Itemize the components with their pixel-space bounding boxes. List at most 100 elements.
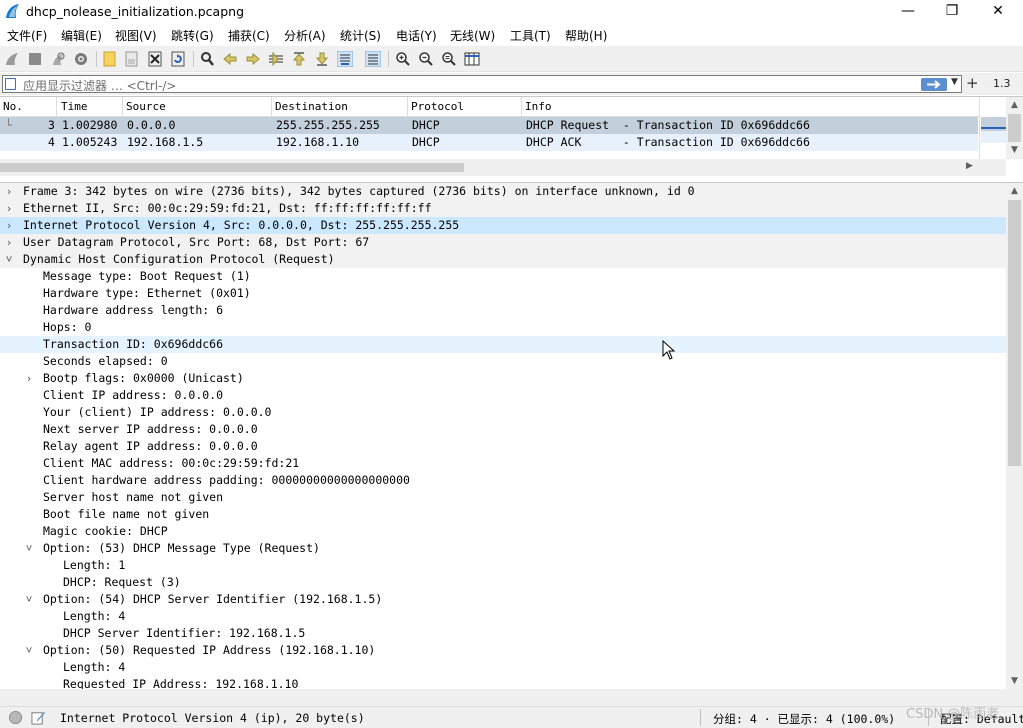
detail-tree-row[interactable]: ˅ Dynamic Host Configuration Protocol (Re… xyxy=(0,251,1006,268)
go-back-icon[interactable] xyxy=(222,51,238,67)
expand-toggle-icon[interactable]: › xyxy=(3,200,15,217)
scroll-down-icon[interactable]: ▼ xyxy=(1006,142,1023,159)
reload-file-icon[interactable] xyxy=(170,51,186,67)
detail-tree-row[interactable]: › Ethernet II, Src: 00:0c:29:59:fd:21, Ds… xyxy=(0,200,1006,217)
detail-tree-row[interactable]: Length: 4 xyxy=(0,608,1006,625)
packet-row[interactable]: 4 1.005243 192.168.1.5 192.168.1.10 DHCP… xyxy=(0,134,978,151)
go-first-packet-icon[interactable] xyxy=(291,51,307,67)
edit-comment-icon[interactable] xyxy=(31,710,46,725)
menu-go[interactable]: 跳转(G) xyxy=(171,27,214,44)
expand-toggle-icon[interactable]: ˅ xyxy=(23,540,35,557)
menu-edit[interactable]: 编辑(E) xyxy=(61,27,102,44)
minimize-button[interactable]: — xyxy=(885,0,931,24)
zoom-in-icon[interactable] xyxy=(395,51,411,67)
expand-toggle-icon[interactable]: › xyxy=(3,234,15,251)
detail-tree-row[interactable]: › Bootp flags: 0x0000 (Unicast) xyxy=(0,370,1006,387)
go-last-packet-icon[interactable] xyxy=(314,51,330,67)
menu-tools[interactable]: 工具(T) xyxy=(510,27,551,44)
display-filter-input[interactable]: 应用显示过滤器 … <Ctrl-/> ▼ xyxy=(2,75,962,93)
scroll-up-icon[interactable]: ▲ xyxy=(1006,97,1023,114)
detail-tree-row[interactable]: Hops: 0 xyxy=(0,319,1006,336)
horizontal-scroll-thumb[interactable] xyxy=(0,163,464,172)
add-filter-button[interactable]: + xyxy=(966,74,979,92)
stop-capture-icon[interactable] xyxy=(27,51,43,67)
detail-tree-row[interactable]: ˅ Option: (54) DHCP Server Identifier (19… xyxy=(0,591,1006,608)
filter-history-chevron-icon[interactable]: ▼ xyxy=(951,77,958,87)
bookmark-icon[interactable] xyxy=(5,78,16,90)
go-forward-icon[interactable] xyxy=(245,51,261,67)
menu-file[interactable]: 文件(F) xyxy=(7,27,47,44)
detail-tree-row[interactable]: Length: 1 xyxy=(0,557,1006,574)
expand-toggle-icon[interactable]: ˅ xyxy=(3,251,15,268)
close-button[interactable]: ✕ xyxy=(975,0,1021,24)
open-file-icon[interactable] xyxy=(102,51,118,67)
maximize-button[interactable]: ❐ xyxy=(929,0,975,24)
menu-capture[interactable]: 捕获(C) xyxy=(228,27,270,44)
column-header-protocol[interactable]: Protocol xyxy=(408,97,522,117)
zoom-out-icon[interactable] xyxy=(418,51,434,67)
detail-tree-row[interactable]: Hardware type: Ethernet (0x01) xyxy=(0,285,1006,302)
column-header-time[interactable]: Time xyxy=(58,97,123,117)
detail-tree-row[interactable]: › Internet Protocol Version 4, Src: 0.0.0… xyxy=(0,217,1006,234)
column-header-source[interactable]: Source xyxy=(123,97,272,117)
column-header-destination[interactable]: Destination xyxy=(272,97,408,117)
packet-details-vertical-scrollbar[interactable]: ▲ ▼ xyxy=(1006,183,1023,689)
go-to-packet-icon[interactable] xyxy=(268,51,284,67)
apply-filter-arrow-icon[interactable] xyxy=(921,78,947,91)
filter-button-label[interactable]: 1.3 xyxy=(993,77,1011,90)
scroll-up-icon[interactable]: ▲ xyxy=(1006,183,1023,200)
detail-tree-row[interactable]: Next server IP address: 0.0.0.0 xyxy=(0,421,1006,438)
packet-list-horizontal-scrollbar[interactable]: ▶ xyxy=(0,159,1006,176)
packet-list-vertical-scrollbar[interactable]: ▲ ▼ xyxy=(1006,97,1023,159)
vertical-scroll-thumb[interactable] xyxy=(1008,200,1021,466)
expert-info-icon[interactable] xyxy=(8,710,23,725)
detail-tree-row[interactable]: Seconds elapsed: 0 xyxy=(0,353,1006,370)
start-capture-icon[interactable] xyxy=(4,51,20,67)
detail-tree-row[interactable]: Hardware address length: 6 xyxy=(0,302,1006,319)
packet-minimap[interactable] xyxy=(979,97,1006,159)
expand-toggle-icon[interactable]: › xyxy=(3,183,15,200)
detail-tree-row[interactable]: Relay agent IP address: 0.0.0.0 xyxy=(0,438,1006,455)
menu-help[interactable]: 帮助(H) xyxy=(565,27,607,44)
expand-toggle-icon[interactable]: ˅ xyxy=(23,642,35,659)
menu-view[interactable]: 视图(V) xyxy=(115,27,157,44)
detail-tree-row[interactable]: Requested IP Address: 192.168.1.10 xyxy=(0,676,1006,689)
menu-wireless[interactable]: 无线(W) xyxy=(450,27,495,44)
capture-options-icon[interactable] xyxy=(73,51,89,67)
close-file-icon[interactable] xyxy=(147,51,163,67)
detail-tree-row[interactable]: Boot file name not given xyxy=(0,506,1006,523)
detail-tree-row[interactable]: Transaction ID: 0x696ddc66 xyxy=(0,336,1006,353)
detail-tree-row[interactable]: Magic cookie: DHCP xyxy=(0,523,1006,540)
detail-tree-row[interactable]: Length: 4 xyxy=(0,659,1006,676)
expand-toggle-icon[interactable]: ˅ xyxy=(23,591,35,608)
scroll-right-icon[interactable]: ▶ xyxy=(966,161,973,171)
expand-toggle-icon[interactable]: › xyxy=(23,370,35,387)
save-file-icon[interactable] xyxy=(124,51,140,67)
detail-tree-row[interactable]: Your (client) IP address: 0.0.0.0 xyxy=(0,404,1006,421)
menu-analyze[interactable]: 分析(A) xyxy=(284,27,326,44)
detail-tree-row[interactable]: Client IP address: 0.0.0.0 xyxy=(0,387,1006,404)
detail-tree-row[interactable]: Client hardware address padding: 0000000… xyxy=(0,472,1006,489)
detail-tree-row[interactable]: ˅ Option: (50) Requested IP Address (192.… xyxy=(0,642,1006,659)
detail-tree-row[interactable]: ˅ Option: (53) DHCP Message Type (Request… xyxy=(0,540,1006,557)
auto-scroll-icon[interactable] xyxy=(337,51,353,67)
detail-tree-row[interactable]: Server host name not given xyxy=(0,489,1006,506)
normal-size-icon[interactable] xyxy=(441,51,457,67)
scroll-down-icon[interactable]: ▼ xyxy=(1006,673,1023,689)
detail-tree-row[interactable]: Message type: Boot Request (1) xyxy=(0,268,1006,285)
detail-tree-row[interactable]: Client MAC address: 00:0c:29:59:fd:21 xyxy=(0,455,1006,472)
menu-telephony[interactable]: 电话(Y) xyxy=(396,27,437,44)
expand-toggle-icon[interactable]: › xyxy=(3,217,15,234)
resize-columns-icon[interactable] xyxy=(464,51,480,67)
column-header-no[interactable]: No. xyxy=(0,97,57,117)
packet-row[interactable]: └ 3 1.002980 0.0.0.0 255.255.255.255 DHC… xyxy=(0,117,978,134)
menu-statistics[interactable]: 统计(S) xyxy=(340,27,381,44)
find-packet-icon[interactable] xyxy=(199,51,215,67)
detail-tree-row[interactable]: DHCP Server Identifier: 192.168.1.5 xyxy=(0,625,1006,642)
detail-tree-row[interactable]: › User Datagram Protocol, Src Port: 68, D… xyxy=(0,234,1006,251)
restart-capture-icon[interactable] xyxy=(50,51,66,67)
column-header-info[interactable]: Info xyxy=(522,97,979,117)
detail-tree-row[interactable]: DHCP: Request (3) xyxy=(0,574,1006,591)
detail-tree-row[interactable]: › Frame 3: 342 bytes on wire (2736 bits),… xyxy=(0,183,1006,200)
colorize-list-icon[interactable] xyxy=(365,51,381,67)
